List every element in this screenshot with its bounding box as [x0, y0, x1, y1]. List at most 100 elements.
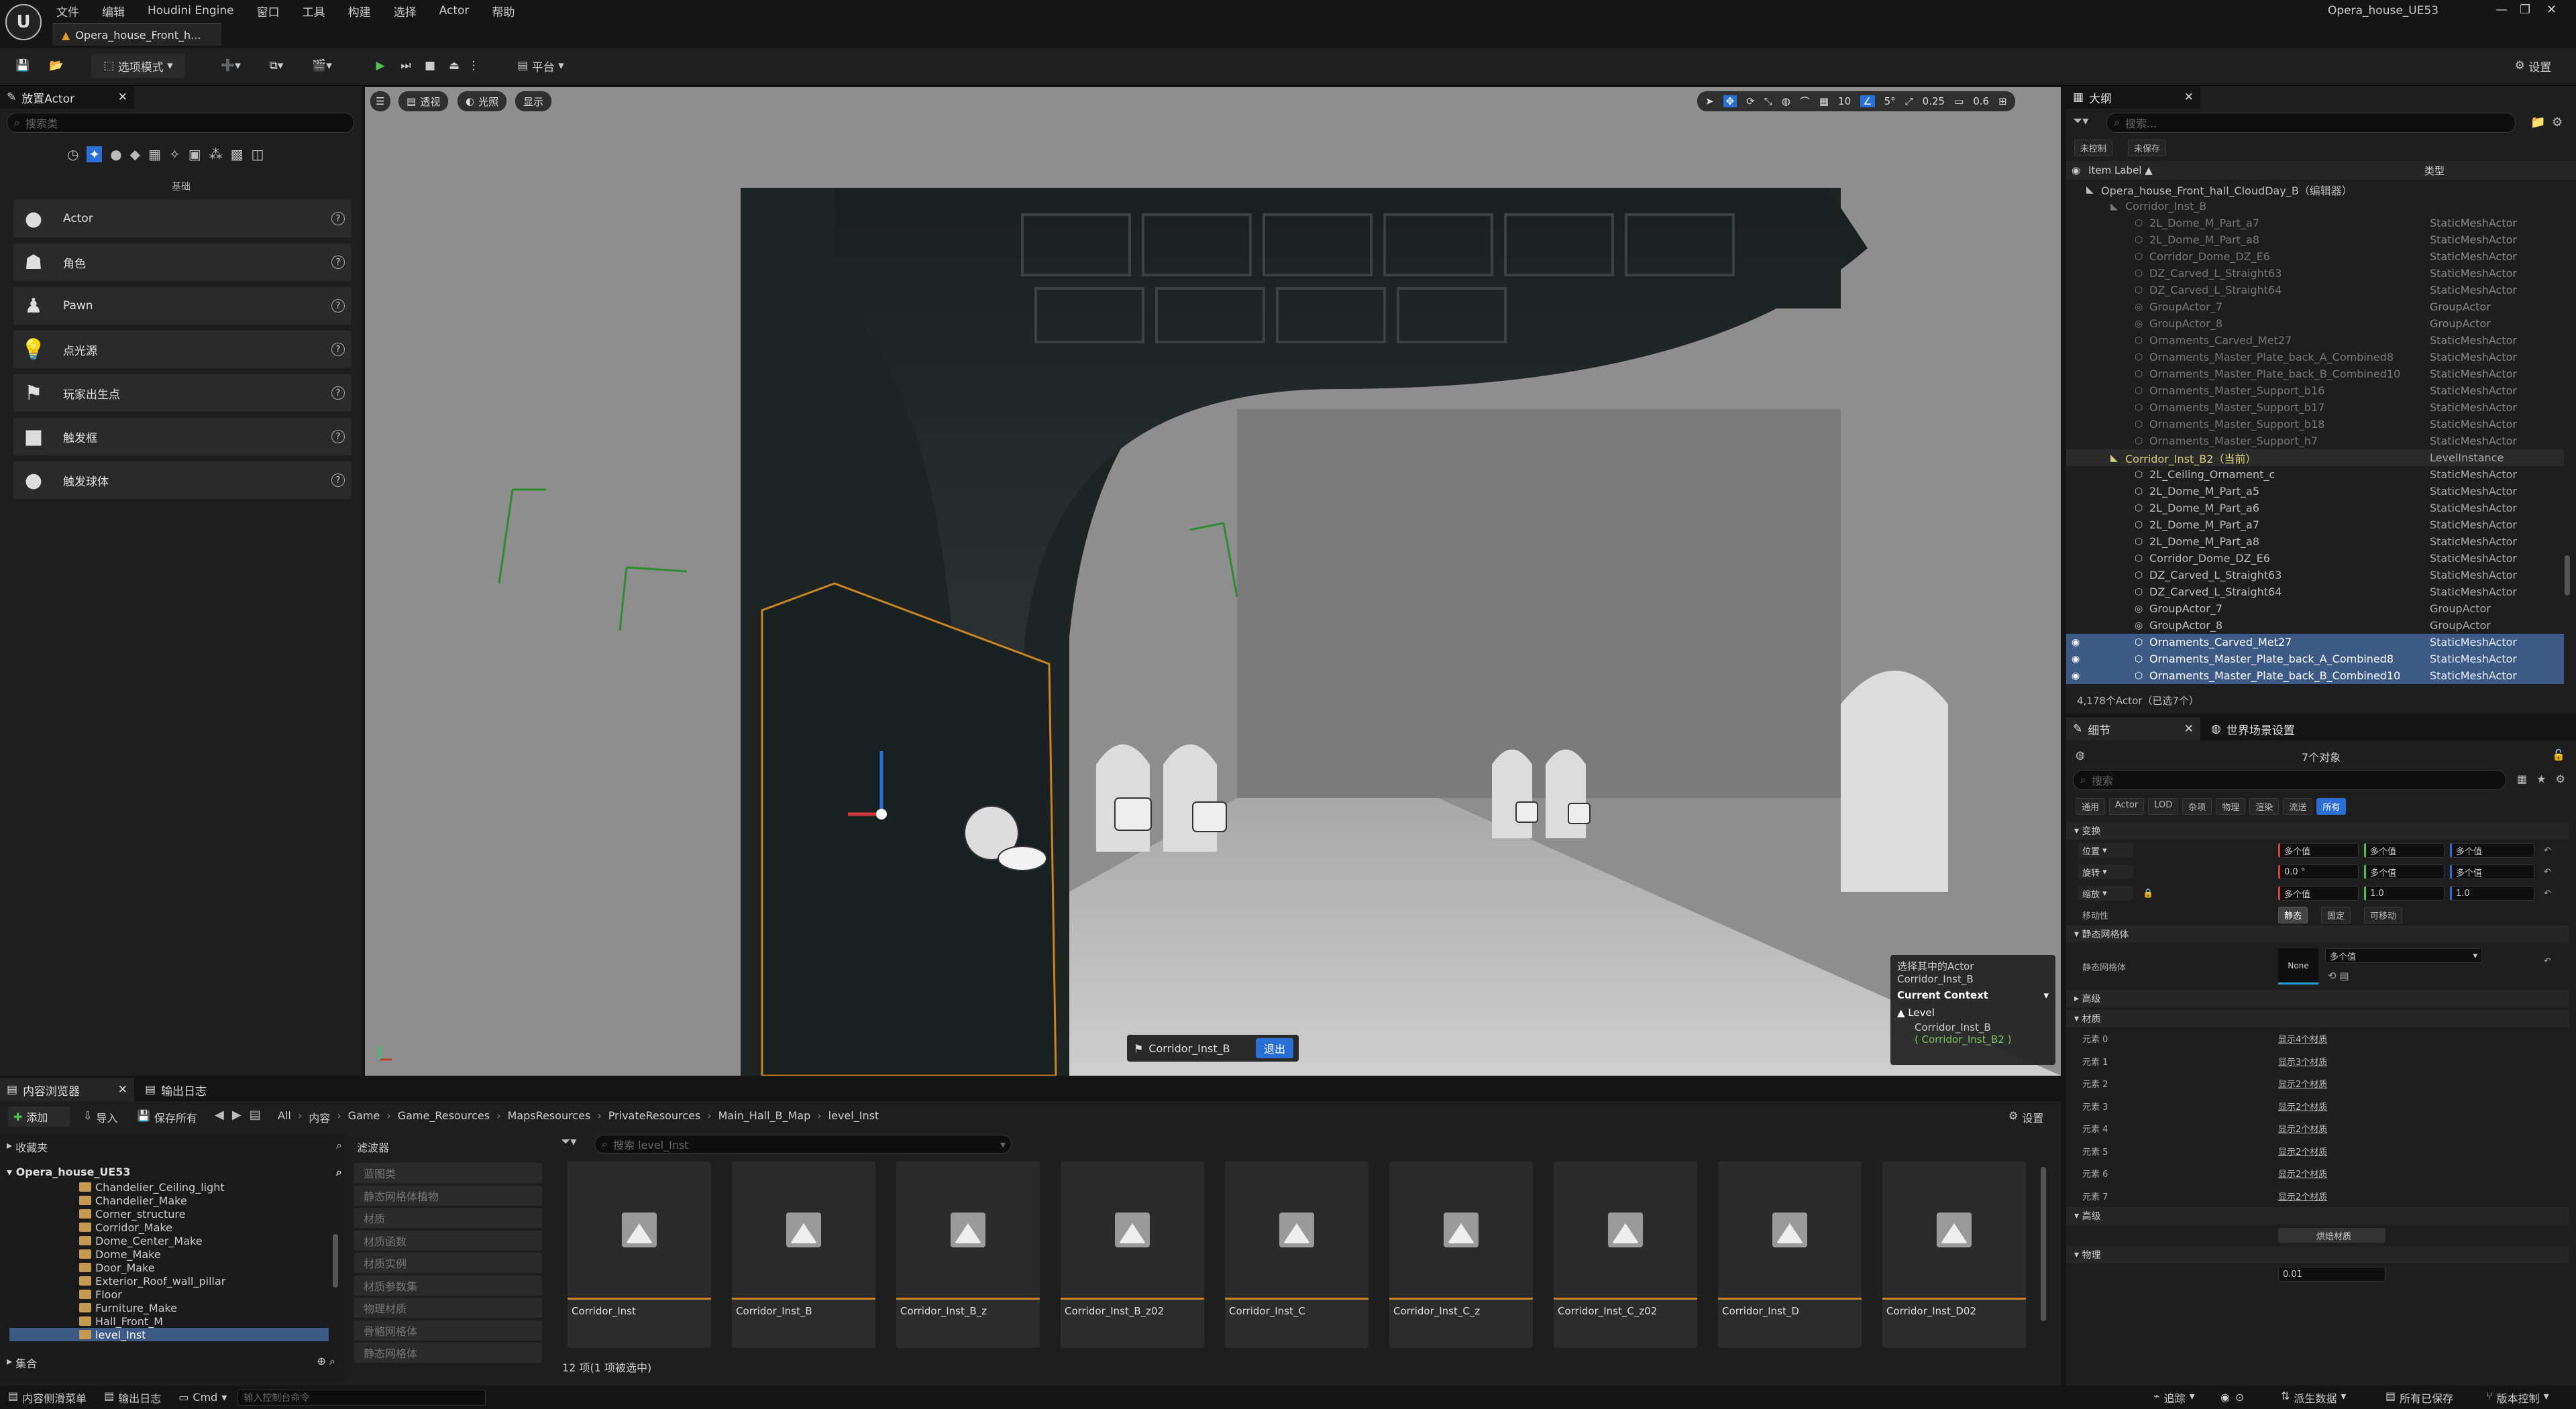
lit-button[interactable]: ◐ 光照 [458, 91, 507, 111]
folder-item[interactable]: Corridor_Make [9, 1221, 329, 1234]
scale-label[interactable]: 缩放 ▾ [2078, 886, 2133, 901]
column-type[interactable]: 类型 [2424, 164, 2445, 178]
console-input[interactable]: 输入控制台命令 [237, 1389, 486, 1406]
scale-tool-icon[interactable]: ⤡ [1764, 95, 1772, 107]
help-icon[interactable]: ? [331, 343, 345, 356]
outliner-row[interactable]: ◎ GroupActor_7 GroupActor [2066, 298, 2564, 315]
content-drawer-button[interactable]: ▤ 内容侧滑菜单 [8, 1390, 87, 1406]
settings-button[interactable]: ⚙ 设置 [2500, 54, 2567, 78]
browse-asset-icon[interactable]: ⟲ ▤ [2328, 970, 2349, 982]
camera-icon[interactable]: ⊙ [2235, 1391, 2244, 1404]
outliner-row[interactable]: ◉ ⬡ Ornaments_Master_Plate_back_A_Combined… [2066, 651, 2564, 667]
filter-chip[interactable]: 材质 [354, 1208, 542, 1228]
outliner-row[interactable]: ◣ Opera_house_Front_hall_CloudDay_B（编辑器） [2066, 181, 2564, 198]
camera-speed-value[interactable]: 0.6 [1973, 95, 1989, 107]
eye-icon[interactable]: ◉ [2072, 637, 2080, 648]
section-materials[interactable]: ▾ 材质 [2066, 1010, 2569, 1027]
rotation-label[interactable]: 旋转 ▾ [2078, 864, 2133, 879]
forward-icon[interactable]: ▶ [232, 1108, 241, 1122]
geometry-icon[interactable]: ▩ [231, 146, 244, 162]
more-icon[interactable]: ⋮ [467, 54, 480, 78]
output-log-tab[interactable]: ▤ 输出日志 [138, 1078, 259, 1101]
maximize-icon[interactable]: ❐ [2520, 3, 2530, 17]
outliner-row[interactable]: ⬡ Corridor_Dome_DZ_E6 StaticMeshActor [2066, 550, 2564, 567]
menu-item[interactable]: 工具 [303, 3, 325, 19]
grid-view-icon[interactable]: ▦ [2517, 773, 2527, 785]
location-z[interactable]: 多个值 [2450, 843, 2534, 858]
platform-button[interactable]: ▤ 平台 ▾ [507, 54, 574, 78]
filter-icon[interactable]: ⏷▾ [561, 1135, 576, 1149]
outliner-row[interactable]: ⬡ Ornaments_Master_Support_b16 StaticMeshA… [2066, 382, 2564, 399]
close-tab-icon[interactable]: ✕ [2184, 91, 2194, 104]
folder-item[interactable]: Chandelier_Ceiling_light [9, 1180, 329, 1194]
light-icon[interactable]: ● [110, 146, 121, 162]
folder-item[interactable]: Chandelier_Make [9, 1194, 329, 1207]
scale-y[interactable]: 1.0 [2364, 886, 2445, 901]
filter-chip[interactable]: 静态网格体 [354, 1343, 542, 1363]
mobility-stationary[interactable]: 固定 [2321, 906, 2351, 923]
help-icon[interactable]: ? [331, 256, 345, 269]
reset-icon[interactable]: ↶ [2544, 956, 2551, 966]
reset-icon[interactable]: ↶ [2544, 889, 2551, 899]
eject-icon[interactable]: ⏏ [444, 54, 464, 78]
move-tool-icon[interactable]: ✥ [1723, 95, 1737, 107]
outliner-row[interactable]: ⬡ Ornaments_Master_Support_b18 StaticMeshA… [2066, 416, 2564, 433]
scale-snap-value[interactable]: 0.25 [1923, 95, 1945, 107]
breadcrumb-item[interactable]: PrivateResources [608, 1109, 701, 1125]
surface-snap-icon[interactable]: ⌒ [1800, 95, 1810, 109]
minimize-icon[interactable]: — [2496, 3, 2508, 17]
outliner-row[interactable]: ⬡ DZ_Carved_L_Straight63 StaticMeshActor [2066, 265, 2564, 282]
material-value-link[interactable]: 显示2个材质 [2278, 1122, 2327, 1135]
folder-item[interactable]: Dome_Make [9, 1247, 329, 1261]
asset-search-input[interactable]: ⌕ 搜索 level_Inst ▾ [594, 1135, 1012, 1153]
outliner-row[interactable]: ⬡ Corridor_Dome_DZ_E6 StaticMeshActor [2066, 248, 2564, 265]
save-all-button[interactable]: 💾 保存所有 [137, 1109, 197, 1125]
document-tab[interactable]: ▲ Opera_house_Front_h... [52, 23, 221, 46]
level-viewport[interactable] [365, 87, 2061, 1076]
context-level-name[interactable]: Corridor_Inst_B [1915, 1021, 2049, 1033]
asset-tile[interactable]: Corridor_Inst_D [1718, 1162, 1862, 1348]
section-advanced[interactable]: ▸ 高级 [2066, 990, 2569, 1007]
material-value-link[interactable]: 显示2个材质 [2278, 1100, 2327, 1113]
asset-tile[interactable]: Corridor_Inst_B_z02 [1061, 1162, 1204, 1348]
outliner-row[interactable]: ⬡ 2L_Dome_M_Part_a7 StaticMeshActor [2066, 215, 2564, 231]
details-filter[interactable]: 渲染 [2249, 798, 2279, 815]
recent-icon[interactable]: ◷ [67, 146, 78, 162]
details-filter[interactable]: LOD [2148, 798, 2179, 815]
section-transform[interactable]: ▾ 变换 [2066, 822, 2569, 840]
landscape-icon[interactable]: ◫ [252, 146, 264, 162]
asset-tile[interactable]: Corridor_Inst_C [1225, 1162, 1368, 1348]
menu-item[interactable]: 构建 [348, 3, 371, 19]
asset-tile[interactable]: Corridor_Inst_C_z [1389, 1162, 1533, 1348]
filter-chip[interactable]: 静态网格体植物 [354, 1185, 542, 1206]
browse-icon[interactable]: 📂 [44, 54, 68, 78]
place-item[interactable]: ♟ Pawn? [13, 287, 352, 325]
folder-icon[interactable]: ▤ [250, 1108, 261, 1122]
close-icon[interactable]: ✕ [2546, 3, 2557, 17]
filter-chip[interactable]: 材质实例 [354, 1253, 542, 1273]
section-physics[interactable]: ▾ 物理 [2066, 1246, 2569, 1263]
details-filter[interactable]: Actor [2109, 798, 2145, 815]
lock-icon[interactable]: 🔓 [2552, 748, 2565, 761]
menu-item[interactable]: Actor [439, 4, 470, 17]
folder-item[interactable]: Corner_structure [9, 1207, 329, 1221]
physics-value-field[interactable]: 0.01 [2278, 1267, 2385, 1282]
outliner-row[interactable]: ⬡ 2L_Dome_M_Part_a8 StaticMeshActor [2066, 533, 2564, 550]
volumes-icon[interactable]: ▣ [189, 146, 201, 162]
place-item[interactable]: ■ 触发框? [13, 418, 352, 455]
breadcrumb-item[interactable]: level_Inst [828, 1109, 879, 1125]
folder-item[interactable]: level_Inst [9, 1328, 329, 1341]
place-item[interactable]: ● Actor? [13, 200, 352, 237]
mesh-picker[interactable]: 多个值 ▾ [2325, 948, 2482, 963]
folder-item[interactable]: Exterior_Roof_wall_pillar [9, 1274, 329, 1288]
section-static-mesh[interactable]: ▾ 静态网格体 [2066, 925, 2569, 943]
outliner-row[interactable]: ⬡ Ornaments_Master_Support_b17 StaticMeshA… [2066, 399, 2564, 416]
outliner-row[interactable]: ◣ Corridor_Inst_B2（当前） LevelInstance [2066, 449, 2564, 466]
save-icon[interactable]: 💾 [11, 54, 35, 78]
rotation-snap-icon[interactable]: ∠ [1860, 95, 1875, 107]
stop-icon[interactable]: ■ [420, 54, 440, 78]
asset-scrollbar[interactable] [2041, 1167, 2046, 1321]
filter-chip[interactable]: 蓝图类 [354, 1163, 542, 1183]
help-icon[interactable]: ? [331, 212, 345, 225]
filter-chip[interactable]: 骨骼网格体 [354, 1320, 542, 1341]
